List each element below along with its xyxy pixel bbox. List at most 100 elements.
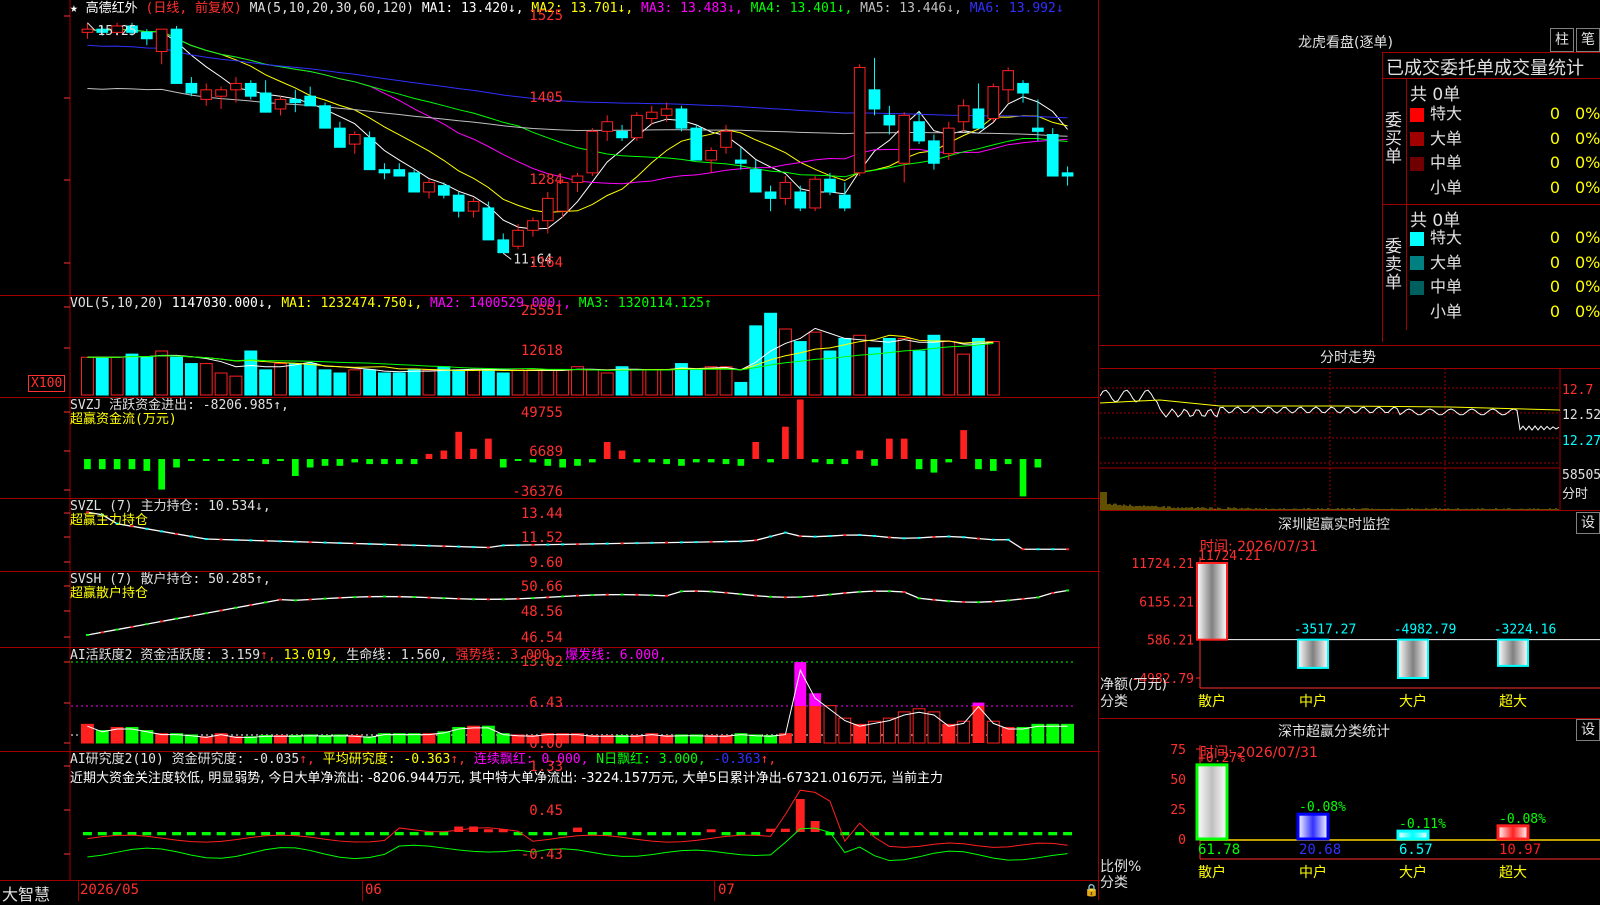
holdings-dot: [368, 543, 371, 545]
intraday-chart[interactable]: [1100, 368, 1600, 510]
sell-order-percent: 0%: [1575, 226, 1600, 250]
holdings-dot: [145, 528, 148, 530]
activity-bar: [854, 724, 866, 743]
holdings-dot: [1036, 548, 1039, 550]
holdings-dot: [710, 541, 713, 543]
dragon-tab-header[interactable]: 已成交委托单成交量统计: [1386, 54, 1584, 80]
research-title-part: 平均研究度: -0.363: [315, 752, 450, 767]
research-bar: [231, 832, 240, 835]
tick-view-button[interactable]: 笔: [1576, 28, 1600, 52]
monitor-tick: 586.21: [1147, 634, 1194, 649]
fund-flow-bar: [485, 439, 492, 459]
flow-tick: 6689: [529, 444, 563, 460]
research-bar: [528, 832, 537, 835]
volume-bar: [527, 370, 539, 395]
candle-body: [320, 106, 331, 128]
candle-body: [245, 83, 256, 96]
retail-dot: [932, 599, 935, 601]
retail-dot: [294, 599, 297, 601]
activity-bar: [913, 709, 925, 743]
activity-title-part: 生命线: 1.560,: [338, 648, 447, 663]
kline-chart[interactable]: 15.2511.64: [0, 0, 1100, 295]
holdings-dot: [309, 541, 312, 543]
fund-flow-bar: [619, 451, 626, 460]
retail-dot: [116, 629, 119, 631]
retail-dot: [992, 601, 995, 603]
legend-swatch: [1410, 181, 1424, 195]
ma-value-5: MA5: 13.446↓,: [852, 1, 962, 16]
activity-title-part: 13.019,: [276, 648, 339, 663]
fund-flow-bar: [559, 459, 566, 468]
research-title: AI研究度2(10) 资金研究度: -0.035↑, 平均研究度: -0.363…: [70, 752, 776, 767]
research-bar: [261, 832, 270, 835]
fund-flow-bar: [173, 459, 180, 468]
retail-dot: [220, 610, 223, 612]
ma-value-6: MA6: 13.992↓: [962, 1, 1064, 16]
retail-dot: [249, 604, 252, 606]
research-bar: [321, 832, 330, 835]
buy-order-value: 0: [1540, 127, 1560, 151]
lock-icon[interactable]: 🔒: [1084, 883, 1099, 897]
activity-bar: [1017, 727, 1029, 743]
main-holdings-subtitle: 超赢主力持仓: [70, 513, 148, 528]
holdings-tick: 13.44: [521, 506, 563, 522]
sell-order-value: 0: [1540, 300, 1560, 324]
retail-dot: [650, 594, 653, 596]
retail-dot: [145, 623, 148, 625]
fund-flow-subtitle: 超赢资金流(万元): [70, 412, 177, 427]
research-bar: [959, 832, 968, 835]
holdings-dot: [160, 530, 163, 532]
bar-view-button[interactable]: 柱: [1550, 28, 1574, 52]
volume-bar: [260, 370, 272, 395]
retail-dot: [205, 612, 208, 614]
holdings-dot: [680, 541, 683, 543]
candle-body: [171, 29, 182, 83]
holdings-dot: [888, 536, 891, 538]
ma-line-3: [87, 29, 1067, 184]
volume-bar: [586, 370, 598, 395]
activity-title-part: 爆发线: 6.000,: [557, 648, 666, 663]
volume-bar: [913, 351, 925, 395]
intraday-vol-tick: 58505: [1562, 468, 1600, 483]
retail-dot: [86, 634, 89, 636]
candle-body: [156, 29, 167, 51]
research-bar: [469, 827, 478, 833]
volume-tick: 12618: [521, 343, 563, 359]
fund-flow-bar: [901, 439, 908, 459]
monitor-category: 中户: [1299, 693, 1327, 710]
fund-flow-bar: [827, 459, 834, 464]
pane-divider: [1098, 0, 1099, 900]
retail-dot: [279, 599, 282, 601]
activity-tick: 6.43: [529, 695, 563, 711]
candle-body: [810, 179, 821, 208]
main-kline-pane[interactable]: 15.25 11.64 ★ 高德红外 (日线, 前复权) MA(5,10,20,3…: [0, 0, 1100, 296]
fund-flow-bar: [648, 459, 655, 462]
volume-bar: [96, 357, 108, 395]
candle-body: [973, 109, 984, 128]
research-title-part: AI研究度2(10) 资金研究度: -0.035: [70, 752, 299, 767]
research-bar: [425, 832, 434, 835]
activity-tick: 13.02: [521, 654, 563, 670]
fund-flow-bar: [247, 459, 254, 461]
intraday-tick-1: 12.52: [1562, 408, 1600, 423]
buy-order-label: 委买单: [1385, 112, 1403, 166]
research-bar: [98, 832, 107, 835]
retail-dot: [517, 598, 520, 600]
monitor-tick: 11724.21: [1131, 557, 1194, 572]
class-bar: [1498, 826, 1528, 839]
retail-dot: [190, 615, 193, 617]
volume-bar: [542, 370, 554, 395]
retail-dot: [635, 594, 638, 596]
volume-bar: [111, 357, 123, 395]
fund-flow-bar: [752, 442, 759, 459]
volume-unit-label: X100: [28, 375, 65, 392]
sell-order-percent: 0%: [1575, 251, 1600, 275]
fund-flow-bar: [322, 459, 329, 466]
date-label-jul: 07: [718, 882, 735, 898]
holdings-dot: [398, 544, 401, 546]
volume-title: VOL(5,10,20) 1147030.000↓, MA1: 1232474.…: [70, 296, 712, 311]
fund-flow-bar: [1035, 459, 1042, 468]
buy-order-percent: 0%: [1575, 102, 1600, 126]
candle-body: [1062, 173, 1073, 176]
class-tick: 75: [1170, 743, 1186, 758]
